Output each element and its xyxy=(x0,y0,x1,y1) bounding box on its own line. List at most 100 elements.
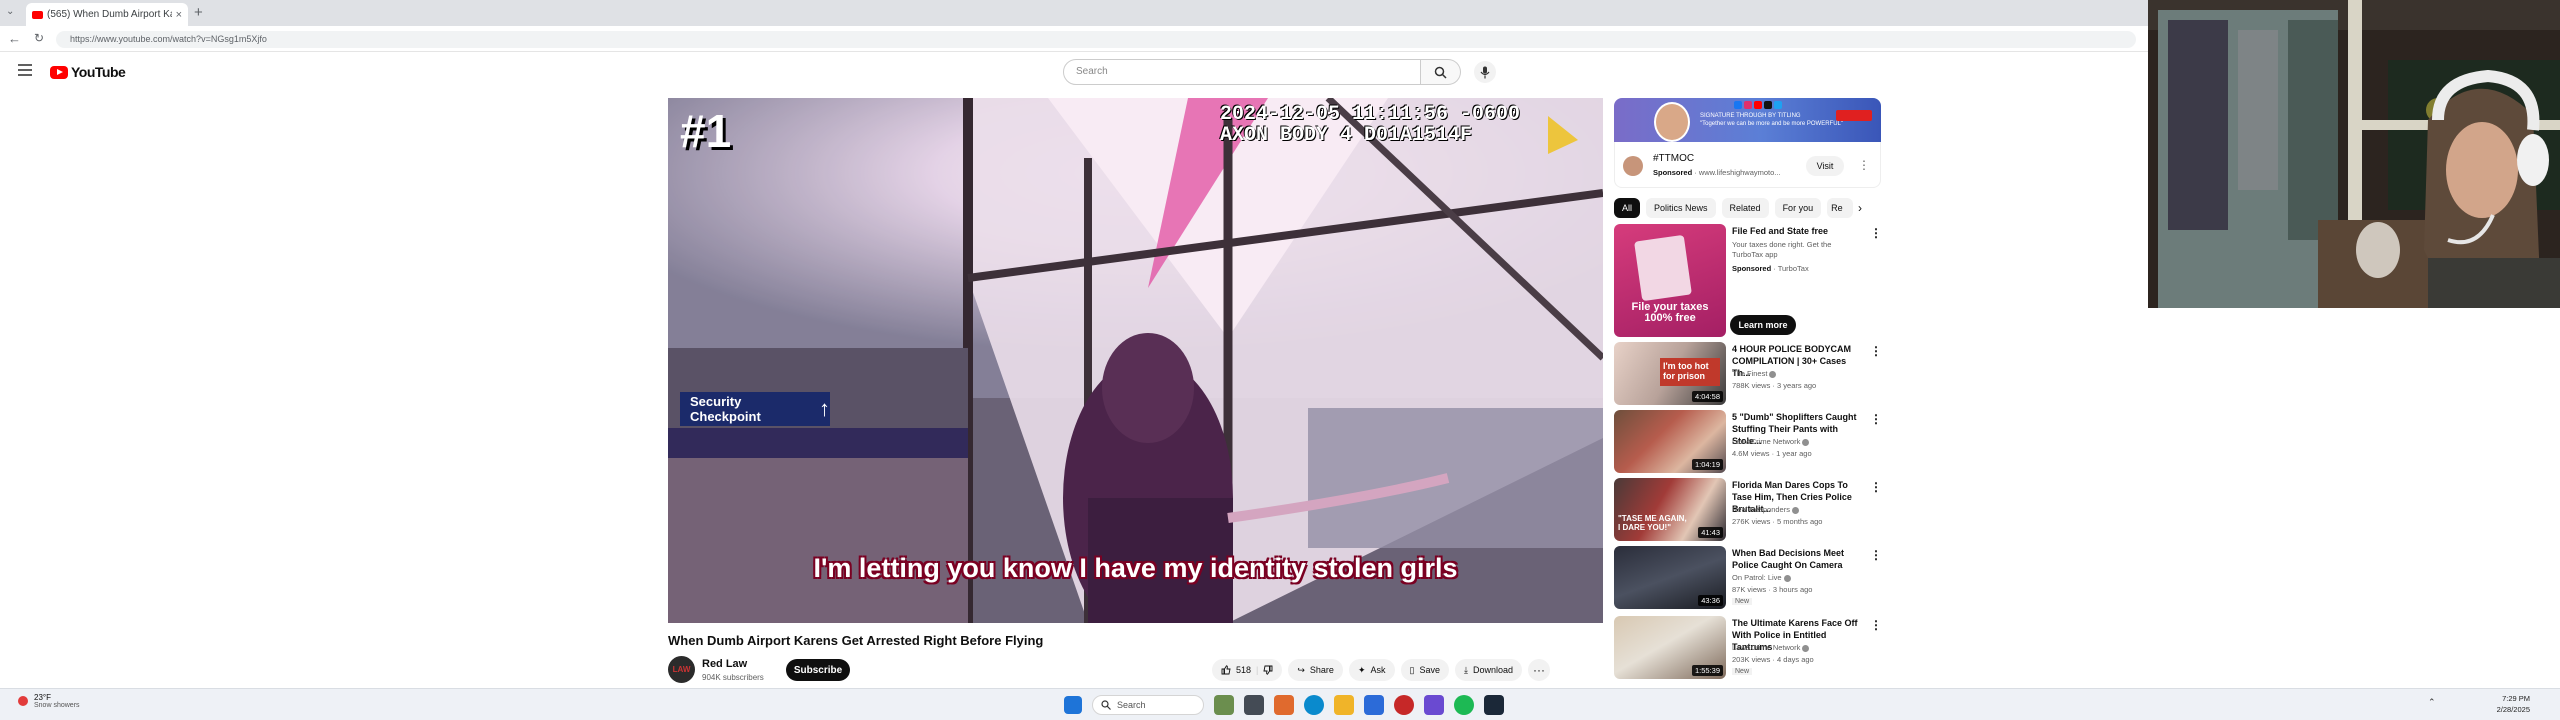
recommendation-more-icon[interactable]: ⋮ xyxy=(1870,412,1882,426)
chip-politics-news[interactable]: Politics News xyxy=(1646,198,1716,218)
recommendation-thumbnail: 43:36 xyxy=(1614,546,1726,609)
learn-more-button[interactable]: Learn more xyxy=(1730,315,1796,335)
taskbar-apps: Search xyxy=(1064,695,1504,715)
sponsored-advertiser: · TurboTax xyxy=(1773,264,1809,273)
discord-icon[interactable] xyxy=(1424,695,1444,715)
thumbs-down-icon[interactable] xyxy=(1263,665,1273,675)
browser-tab[interactable]: (565) When Dumb Airport Ka × xyxy=(26,3,188,26)
tray-chevron-icon[interactable]: ⌃ xyxy=(2428,697,2436,708)
ad-more-icon[interactable]: ⋮ xyxy=(1858,158,1870,172)
recommendation-thumbnail: "TASE ME AGAIN, I DARE YOU!" 41:43 xyxy=(1614,478,1726,541)
webcam-feed xyxy=(2148,0,2560,308)
youtube-logo-text: YouTube xyxy=(71,64,126,80)
filter-chips: All Politics News Related For you Re xyxy=(1614,198,1854,218)
search-icon xyxy=(1101,700,1111,710)
recommendation-item[interactable]: "TASE ME AGAIN, I DARE YOU!" 41:43 Flori… xyxy=(1614,478,1881,542)
address-bar[interactable]: https://www.youtube.com/watch?v=NGsg1m5X… xyxy=(56,31,2136,48)
channel-name: Law&Crime Network xyxy=(1732,643,1801,652)
new-badge: New xyxy=(1732,668,1753,675)
chrome-icon[interactable] xyxy=(1394,695,1414,715)
sponsored-thumbnail-text: File your taxes 100% free xyxy=(1631,301,1709,324)
ad-banner-badge xyxy=(1836,110,1872,121)
recommendation-more-icon[interactable]: ⋮ xyxy=(1870,548,1882,562)
video-duration: 1:04:19 xyxy=(1691,459,1723,470)
spotify-icon[interactable] xyxy=(1454,695,1474,715)
recommendation-more-icon[interactable]: ⋮ xyxy=(1870,480,1882,494)
steam-icon[interactable] xyxy=(1484,695,1504,715)
save-button[interactable]: ▯ Save xyxy=(1400,659,1449,681)
copilot-icon[interactable] xyxy=(1274,695,1294,715)
video-title: When Dumb Airport Karens Get Arrested Ri… xyxy=(668,633,1044,648)
recommendation-item[interactable]: 1:04:19 5 "Dumb" Shoplifters Caught Stuf… xyxy=(1614,410,1881,474)
recommendation-item[interactable]: 43:36 When Bad Decisions Meet Police Cau… xyxy=(1614,546,1881,610)
like-dislike-button[interactable]: 518 | xyxy=(1212,659,1283,681)
channel-name: The Finest xyxy=(1732,369,1768,378)
reload-icon[interactable]: ↻ xyxy=(34,31,44,45)
youtube-logo[interactable]: YouTube xyxy=(50,64,126,80)
search-input[interactable]: Search xyxy=(1063,59,1421,85)
advertiser-name: #TTMOC xyxy=(1653,153,1695,164)
taskbar-search-label: Search xyxy=(1117,700,1146,710)
subscribe-button[interactable]: Subscribe xyxy=(786,659,850,681)
video-player[interactable]: #1 2024-12-05 11:11:56 -0600 AXON BODY 4 … xyxy=(668,98,1603,623)
verified-icon xyxy=(1783,574,1791,582)
sponsored-text: Sponsored xyxy=(1653,168,1693,177)
sponsored-thumbnail: File your taxes 100% free xyxy=(1614,224,1726,337)
channel-name[interactable]: Red Law xyxy=(702,658,747,670)
recommendation-item[interactable]: I'm too hot for prison 4:04:58 4 HOUR PO… xyxy=(1614,342,1881,406)
download-label: Download xyxy=(1472,665,1513,675)
windows-start-icon[interactable] xyxy=(1064,696,1082,714)
ad-banner-line-1: SIGNATURE THROUGH BY TITLING xyxy=(1700,113,1801,119)
more-actions-button[interactable]: ··· xyxy=(1528,659,1550,681)
task-view-icon[interactable] xyxy=(1244,695,1264,715)
taskbar-search[interactable]: Search xyxy=(1092,695,1204,715)
channel-avatar[interactable]: LAW xyxy=(668,656,695,683)
video-duration: 41:43 xyxy=(1698,527,1723,538)
recommendation-channel: The Finest xyxy=(1732,369,1777,378)
chip-truncated[interactable]: Re xyxy=(1827,198,1854,218)
share-button[interactable]: ↪ Share xyxy=(1288,659,1343,681)
sponsored-card[interactable]: File your taxes 100% free File Fed and S… xyxy=(1614,224,1881,337)
widgets-icon[interactable] xyxy=(1214,695,1234,715)
ad-banner[interactable]: SIGNATURE THROUGH BY TITLING "Together we… xyxy=(1614,98,1881,142)
video-frame xyxy=(668,98,1603,623)
visit-button[interactable]: Visit xyxy=(1806,156,1844,176)
chip-for-you[interactable]: For you xyxy=(1774,198,1822,218)
voice-search-button[interactable] xyxy=(1474,61,1496,83)
sponsored-label: Sponsored · TurboTax xyxy=(1732,264,1809,273)
tab-list-icon[interactable]: ⌄ xyxy=(6,6,14,17)
screen: ⌄ (565) When Dumb Airport Ka × + ← ↻ htt… xyxy=(0,0,2560,720)
recommendation-channel: On Patrol: Live xyxy=(1732,573,1791,582)
bodycam-timestamp: 2024-12-05 11:11:56 -0600 xyxy=(1220,103,1521,126)
recommendation-more-icon[interactable]: ⋮ xyxy=(1870,618,1882,632)
recommendation-channel: Law&Crime Network xyxy=(1732,643,1810,652)
weather-widget[interactable]: 23°F Snow showers xyxy=(18,693,80,709)
microphone-icon xyxy=(1480,66,1490,78)
hamburger-menu-icon[interactable] xyxy=(18,64,32,76)
sponsored-more-icon[interactable]: ⋮ xyxy=(1870,226,1882,240)
back-arrow-icon[interactable]: ← xyxy=(8,31,21,46)
recommendation-more-icon[interactable]: ⋮ xyxy=(1870,344,1882,358)
browser-tab-bar: ⌄ (565) When Dumb Airport Ka × + xyxy=(0,0,2148,26)
system-clock[interactable]: 7:29 PM 2/28/2025 xyxy=(2470,693,2530,715)
new-tab-icon[interactable]: + xyxy=(194,4,203,21)
save-label: Save xyxy=(1419,665,1440,675)
chip-all[interactable]: All xyxy=(1614,198,1641,218)
clock-time: 7:29 PM xyxy=(2502,694,2530,703)
recommendation-thumbnail: I'm too hot for prison 4:04:58 xyxy=(1614,342,1726,405)
chip-related[interactable]: Related xyxy=(1721,198,1769,218)
search-button[interactable] xyxy=(1421,59,1461,85)
store-icon[interactable] xyxy=(1364,695,1384,715)
ask-button[interactable]: ✦ Ask xyxy=(1348,659,1395,681)
recommendation-item[interactable]: 1:55:39 The Ultimate Karens Face Off Wit… xyxy=(1614,616,1881,680)
weather-alert-icon xyxy=(18,696,28,706)
share-icon: ↪ xyxy=(1297,664,1305,675)
tab-close-icon[interactable]: × xyxy=(176,9,182,21)
file-explorer-icon[interactable] xyxy=(1334,695,1354,715)
download-button[interactable]: ⤓ Download xyxy=(1454,659,1522,681)
chevron-right-icon[interactable]: › xyxy=(1858,201,1862,215)
webcam-overlay xyxy=(2148,0,2560,308)
edge-icon[interactable] xyxy=(1304,695,1324,715)
like-divider: | xyxy=(1256,665,1259,675)
windows-taskbar: 23°F Snow showers Search ⌃ 7:29 PM 2/28/… xyxy=(0,688,2560,720)
